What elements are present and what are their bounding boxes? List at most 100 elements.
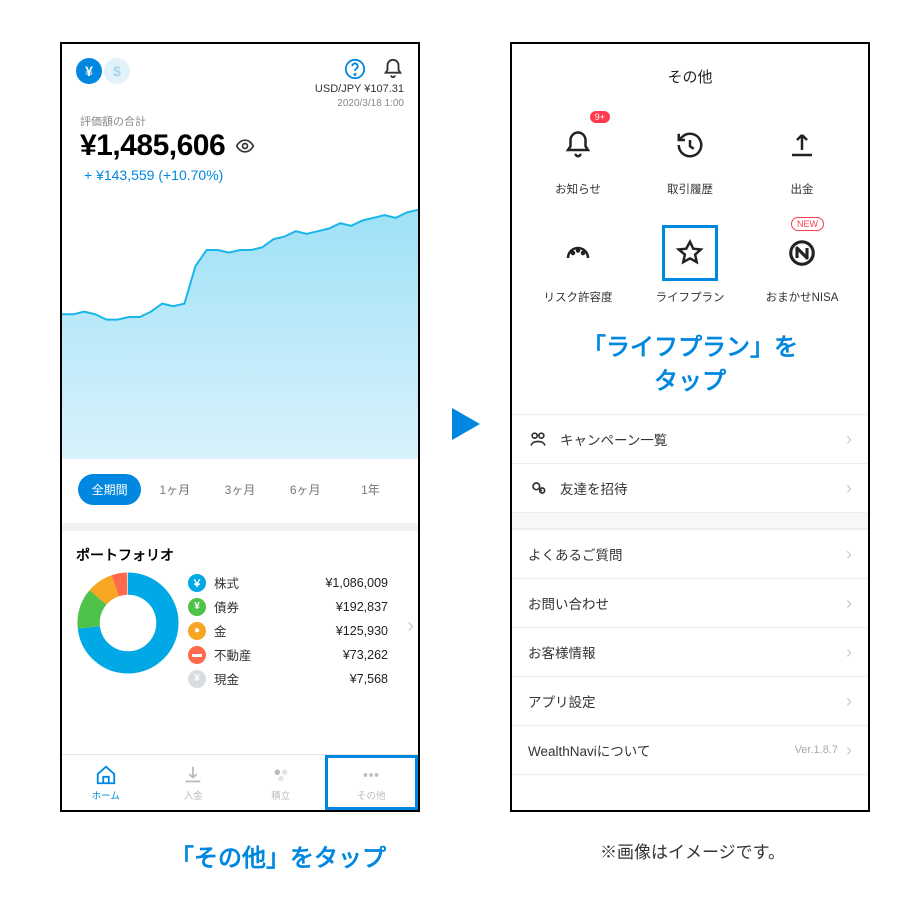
asset-label: 現金 [214, 669, 266, 688]
asset-value: ¥125,930 [274, 624, 418, 638]
summary-label: 評価額の合計 [62, 113, 418, 129]
list-gap [512, 513, 868, 529]
portfolio-rows: ￥ 株式 ¥1,086,009 ¥ 債券 ¥192,837 ● 金 ¥125,930 ▬ 不動産 ¥7… [188, 571, 418, 688]
currency-yen-button[interactable]: ¥ [76, 58, 102, 84]
portfolio-row: ¥ 現金 ¥7,568 [188, 669, 418, 688]
menu-grid: 9+ お知らせ 取引履歴 出金 リスク許容度 ライフプラン NEW おまかせ [512, 117, 868, 321]
menu-label: ライフプラン [656, 289, 725, 305]
settings-row[interactable]: お問い合わせ› [512, 579, 868, 628]
saving-icon [270, 764, 292, 786]
caption-disclaimer: ※画像はイメージです。 [600, 838, 785, 863]
tab-label: ホーム [92, 788, 120, 802]
asset-icon: ▬ [188, 646, 206, 664]
tab-deposit[interactable]: 入金 [150, 755, 238, 810]
nisa-icon [787, 238, 817, 268]
stage: ¥ $ USD/JPY ¥107.31 2020/3/18 1:00 評価額の合… [0, 0, 920, 904]
tab-other[interactable]: その他 [325, 755, 419, 810]
asset-label: 債券 [214, 597, 266, 616]
home-header: ¥ $ USD/JPY ¥107.31 2020/3/18 1:00 [62, 44, 418, 113]
asset-icon: ¥ [188, 598, 206, 616]
visibility-icon[interactable] [235, 136, 255, 156]
portfolio-row: ¥ 債券 ¥192,837 [188, 597, 418, 616]
row-label: キャンペーン一覧 [560, 429, 846, 449]
menu-notifications[interactable]: 9+ お知らせ [522, 117, 634, 197]
menu-label: おまかせNISA [766, 289, 839, 305]
asset-label: 不動産 [214, 645, 266, 664]
chevron-right-icon: › [846, 478, 852, 499]
menu-withdraw[interactable]: 出金 [746, 117, 858, 197]
portfolio-chart [62, 191, 418, 459]
portfolio-title: ポートフォリオ [76, 545, 418, 565]
phone-other: その他 9+ お知らせ 取引履歴 出金 リスク許容度 ライフプラン [510, 42, 870, 812]
row-label: WealthNaviについて [528, 740, 795, 760]
menu-history[interactable]: 取引履歴 [634, 117, 746, 197]
tab-saving[interactable]: 積立 [237, 755, 325, 810]
asset-icon: ● [188, 622, 206, 640]
more-icon [360, 764, 382, 786]
portfolio-card[interactable]: ポートフォリオ ￥ 株式 ¥1,086,009 ¥ 債券 ¥192,837 ● 金 ¥125,9… [62, 523, 418, 698]
settings-row[interactable]: アプリ設定› [512, 677, 868, 726]
invite-icon [528, 478, 548, 498]
menu-risk[interactable]: リスク許容度 [522, 225, 634, 305]
asset-value: ¥1,086,009 [274, 576, 418, 590]
chevron-right-icon: › [846, 691, 852, 712]
settings-row[interactable]: WealthNaviについてVer.1.8.7› [512, 726, 868, 775]
currency-dollar-button[interactable]: $ [104, 58, 130, 84]
row-label: お問い合わせ [528, 593, 846, 613]
bell-icon [563, 130, 593, 160]
menu-label: 出金 [791, 181, 814, 197]
row-campaign[interactable]: キャンペーン一覧 › [512, 415, 868, 464]
bell-icon[interactable] [382, 58, 404, 80]
home-icon [95, 764, 117, 786]
list-top: キャンペーン一覧 › 友達を招待 › [512, 414, 868, 513]
period-tab-all[interactable]: 全期間 [78, 474, 141, 505]
portfolio-row: ￥ 株式 ¥1,086,009 [188, 573, 418, 592]
period-tab-3m[interactable]: 3ヶ月 [208, 474, 271, 505]
portfolio-row: ▬不動産¥73,262 [188, 645, 418, 664]
row-label: よくあるご質問 [528, 544, 846, 564]
tab-bar: ホーム 入金 積立 その他 [62, 754, 418, 810]
summary-amount-row: ¥1,485,606 [62, 129, 418, 163]
menu-lifeplan[interactable]: ライフプラン [634, 225, 746, 305]
tab-label: その他 [357, 788, 386, 802]
menu-label: リスク許容度 [544, 289, 613, 305]
row-invite[interactable]: 友達を招待 › [512, 464, 868, 513]
period-tabs: 全期間 1ヶ月 3ヶ月 6ヶ月 1年 [62, 464, 418, 523]
portfolio-row: ● 金 ¥125,930 [188, 621, 418, 640]
portfolio-donut [76, 571, 180, 675]
currency-toggle[interactable]: ¥ $ [76, 58, 130, 84]
summary-gain: + ¥143,559 (+10.70%) [62, 163, 418, 191]
chevron-right-icon: › [846, 593, 852, 614]
menu-nisa[interactable]: NEW おまかせNISA [746, 225, 858, 305]
campaign-icon [528, 429, 548, 449]
version-label: Ver.1.8.7 [795, 744, 838, 756]
settings-row[interactable]: お客様情報› [512, 628, 868, 677]
help-icon[interactable] [344, 58, 366, 80]
settings-row[interactable]: よくあるご質問› [512, 530, 868, 579]
summary-amount: ¥1,485,606 [80, 129, 225, 163]
asset-label: 株式 [214, 573, 266, 592]
gauge-icon [563, 238, 593, 268]
phone-home: ¥ $ USD/JPY ¥107.31 2020/3/18 1:00 評価額の合… [60, 42, 420, 812]
exchange-rate-timestamp: 2020/3/18 1:00 [337, 98, 404, 109]
list-bottom: よくあるご質問›お問い合わせ›お客様情報›アプリ設定›WealthNaviについ… [512, 529, 868, 775]
period-tab-1m[interactable]: 1ヶ月 [143, 474, 206, 505]
menu-label: 取引履歴 [667, 181, 713, 197]
period-tab-6m[interactable]: 6ヶ月 [274, 474, 337, 505]
asset-value: ¥192,837 [274, 600, 418, 614]
chevron-right-icon: › [846, 429, 852, 450]
menu-label: お知らせ [555, 181, 601, 197]
row-label: 友達を招待 [560, 478, 846, 498]
instruction-text: 「ライフプラン」を タップ [512, 321, 868, 414]
period-tab-1y[interactable]: 1年 [339, 474, 402, 505]
chevron-right-icon: › [846, 544, 852, 565]
new-badge: NEW [791, 217, 824, 231]
tab-home[interactable]: ホーム [62, 755, 150, 810]
withdraw-icon [787, 130, 817, 160]
asset-icon: ¥ [188, 670, 206, 688]
asset-icon: ￥ [188, 574, 206, 592]
history-icon [675, 130, 705, 160]
caption-tap-other: 「その他」をタップ [170, 838, 386, 873]
asset-label: 金 [214, 621, 266, 640]
asset-value: ¥7,568 [274, 672, 418, 686]
